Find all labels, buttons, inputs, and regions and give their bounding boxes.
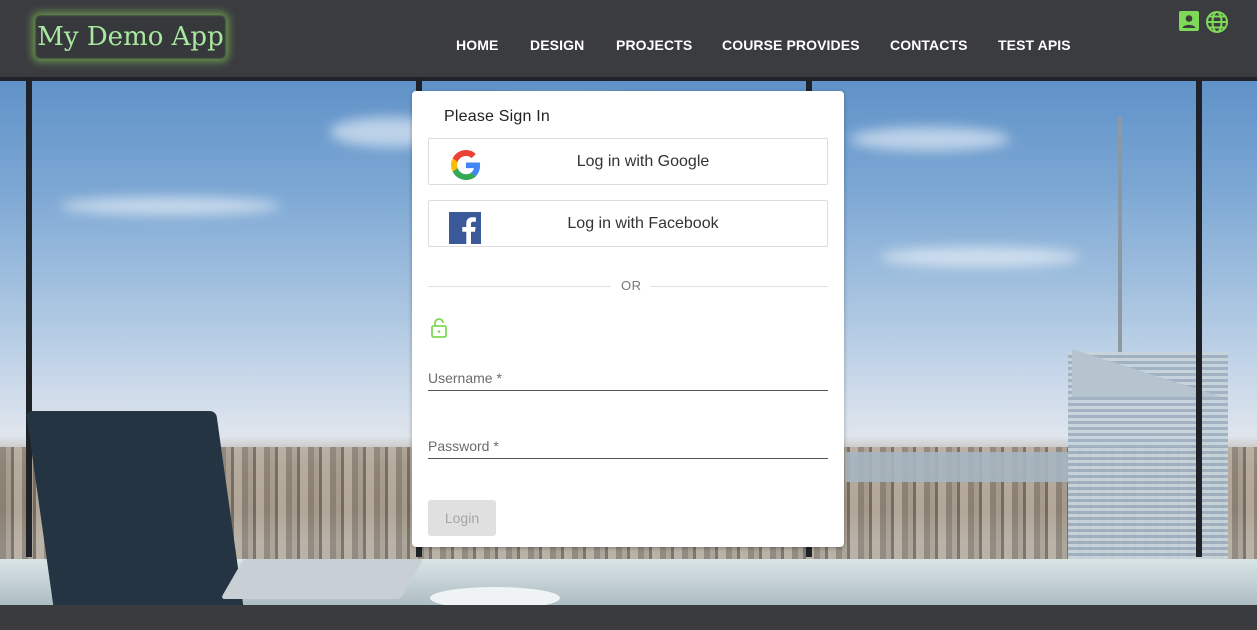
nav-item-projects[interactable]: PROJECTS [616, 37, 692, 53]
username-input[interactable] [428, 363, 828, 390]
google-login-label: Log in with Google [576, 153, 710, 170]
footer-bar [0, 605, 1257, 630]
google-login-button[interactable]: Log in with Google [428, 138, 828, 185]
password-field[interactable]: Password * [428, 431, 828, 459]
top-navbar: My Demo App HOME DESIGN PROJECTS COURSE … [0, 0, 1257, 77]
nav-item-contacts[interactable]: CONTACTS [890, 37, 968, 53]
nav-item-course-provides[interactable]: COURSE PROVIDES [722, 37, 860, 53]
facebook-login-button[interactable]: Log in with Facebook [428, 200, 828, 247]
nav-item-design[interactable]: DESIGN [530, 37, 584, 53]
password-input[interactable] [428, 431, 828, 458]
login-button[interactable]: Login [428, 500, 496, 536]
nav-item-home[interactable]: HOME [456, 37, 498, 53]
or-text: OR [621, 278, 642, 293]
username-field[interactable]: Username * [428, 363, 828, 391]
or-divider: OR [428, 276, 828, 294]
globe-icon[interactable] [1205, 10, 1229, 34]
facebook-login-label: Log in with Facebook [567, 215, 719, 232]
divider-line-left [428, 286, 611, 287]
nav-item-test-apis[interactable]: TEST APIS [998, 37, 1071, 53]
signin-title: Please Sign In [444, 108, 550, 125]
app-logo[interactable]: My Demo App [35, 15, 226, 59]
lock-open-icon [430, 318, 448, 338]
signin-card: Please Sign In Log in with Google Log in… [412, 91, 844, 547]
divider-line-right [650, 286, 828, 287]
account-box-icon[interactable] [1178, 10, 1202, 34]
